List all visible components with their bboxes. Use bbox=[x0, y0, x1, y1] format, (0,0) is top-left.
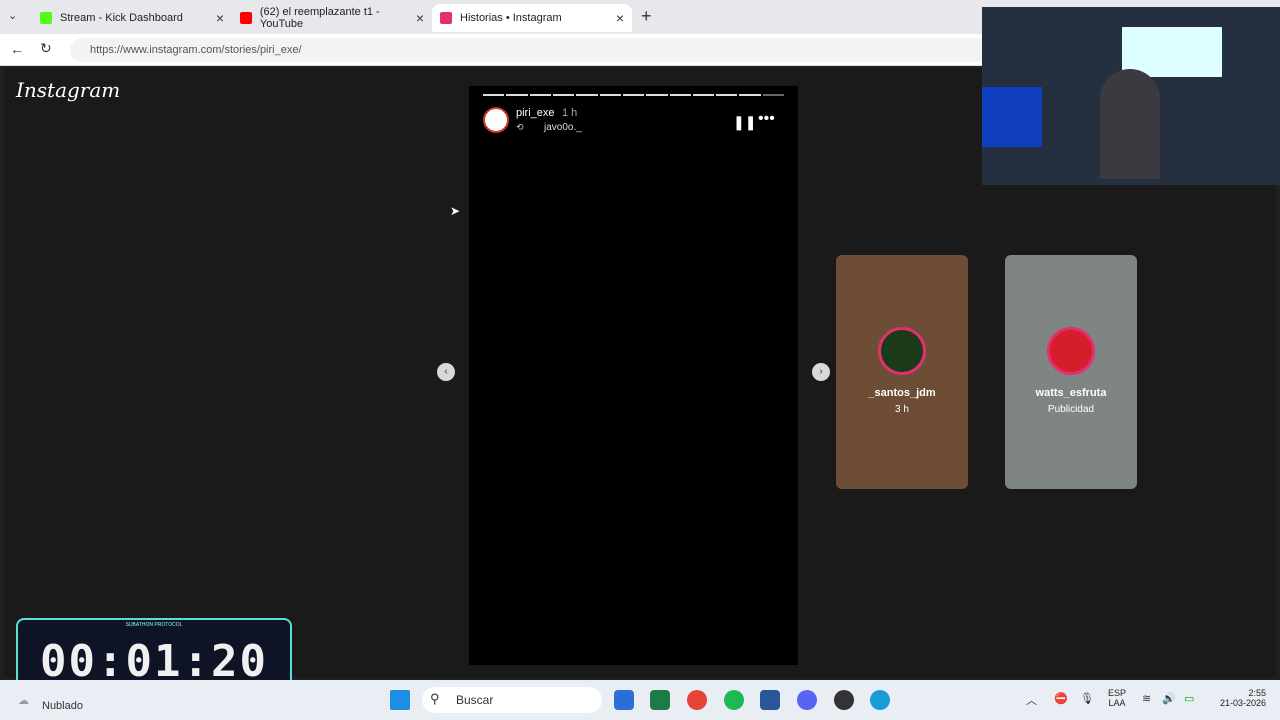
kick-icon bbox=[40, 12, 52, 24]
progress-segment bbox=[692, 94, 715, 96]
progress-segment bbox=[552, 94, 575, 96]
search-input[interactable]: Buscar bbox=[422, 687, 602, 713]
url-input[interactable]: https://www.instagram.com/stories/piri_e… bbox=[70, 38, 990, 62]
windows-taskbar: ☁ Nublado Buscar ⚲ ︿ ⛔ 🎙 ESP LAA ≋ 🔊 ▭ 2… bbox=[0, 680, 1280, 720]
tab-instagram[interactable]: Historias • Instagram × bbox=[432, 4, 632, 32]
volume-icon[interactable]: 🔊 bbox=[1162, 692, 1176, 705]
repost-icon: ⟲ bbox=[516, 122, 524, 132]
search-icon: ⚲ bbox=[430, 691, 440, 706]
excel-icon[interactable] bbox=[650, 690, 670, 710]
more-options-icon[interactable]: ••• bbox=[758, 110, 775, 128]
story-time: 1 h bbox=[562, 107, 578, 119]
tab-list-button[interactable]: ⌄ bbox=[8, 9, 17, 22]
progress-segment bbox=[483, 94, 505, 96]
story-viewer[interactable]: piri_exe 1 h ⟲ javo0o._ ❚❚ ••• bbox=[469, 86, 798, 665]
app-icon[interactable] bbox=[834, 690, 854, 710]
reposted-from[interactable]: javo0o._ bbox=[544, 122, 582, 133]
new-tab-button[interactable]: + bbox=[641, 6, 652, 27]
progress-segment bbox=[762, 94, 785, 96]
language-indicator[interactable]: ESP LAA bbox=[1104, 688, 1130, 708]
instagram-icon bbox=[440, 12, 452, 24]
lang-code: ESP bbox=[1107, 688, 1126, 698]
back-icon[interactable]: ← bbox=[10, 41, 24, 57]
avatar bbox=[878, 327, 926, 375]
progress-segment bbox=[599, 94, 621, 96]
chrome-icon[interactable] bbox=[687, 690, 707, 710]
tab-kick[interactable]: Stream - Kick Dashboard × bbox=[32, 4, 232, 32]
avatar bbox=[1047, 327, 1095, 375]
youtube-icon bbox=[240, 12, 252, 24]
weather-label[interactable]: Nublado bbox=[42, 700, 83, 712]
story-thumb[interactable]: watts_esfruta Publicidad bbox=[1005, 255, 1137, 489]
close-icon[interactable]: × bbox=[416, 10, 424, 26]
thumb-time: Publicidad bbox=[1047, 404, 1095, 415]
mic-icon[interactable]: 🎙 bbox=[1080, 692, 1094, 705]
security-icon[interactable]: ⛔ bbox=[1054, 692, 1068, 705]
store-icon[interactable] bbox=[614, 690, 634, 710]
clock-date: 21-03-2026 bbox=[1219, 698, 1266, 708]
clock[interactable]: 2:55 21-03-2026 bbox=[1208, 688, 1266, 708]
spotify-icon[interactable] bbox=[724, 690, 744, 710]
word-icon[interactable] bbox=[760, 690, 780, 710]
clock-time: 2:55 bbox=[1248, 688, 1266, 698]
avatar[interactable] bbox=[483, 107, 509, 133]
instagram-logo[interactable]: Instagram bbox=[16, 78, 120, 102]
timer-label: SUBATHON PROTOCOL bbox=[125, 622, 183, 628]
mouse-cursor-icon: ➤ bbox=[450, 204, 461, 218]
progress-segment bbox=[716, 94, 738, 96]
progress-segment bbox=[529, 94, 551, 96]
progress-segment bbox=[669, 94, 691, 96]
close-icon[interactable]: × bbox=[216, 10, 224, 26]
lang-layout: LAA bbox=[1108, 698, 1126, 708]
tab-title: Stream - Kick Dashboard bbox=[60, 12, 183, 24]
thumb-username: watts_esfruta bbox=[1035, 387, 1107, 399]
tab-title: Historias • Instagram bbox=[460, 12, 562, 24]
progress-segment bbox=[576, 94, 598, 96]
reload-icon[interactable]: ↻ bbox=[40, 40, 52, 57]
progress-segment bbox=[646, 94, 668, 96]
webcam-overlay bbox=[982, 7, 1280, 185]
weather-icon[interactable]: ☁ bbox=[18, 694, 29, 707]
progress-segment bbox=[622, 94, 645, 96]
start-icon[interactable] bbox=[390, 690, 410, 710]
edge-icon[interactable] bbox=[870, 690, 890, 710]
thumb-username: _santos_jdm bbox=[868, 387, 936, 399]
wifi-icon[interactable]: ≋ bbox=[1142, 692, 1151, 705]
progress-segment bbox=[506, 94, 528, 96]
progress-segment bbox=[739, 94, 761, 96]
story-username[interactable]: piri_exe bbox=[516, 107, 555, 119]
story-thumb[interactable]: _santos_jdm 3 h bbox=[836, 255, 968, 489]
close-icon[interactable]: × bbox=[616, 10, 624, 26]
story-progress bbox=[483, 94, 785, 96]
battery-icon[interactable]: ▭ bbox=[1184, 692, 1194, 705]
chevron-up-icon[interactable]: ︿ bbox=[1026, 692, 1037, 708]
thumb-time: 3 h bbox=[895, 404, 909, 415]
tab-title: (62) el reemplazante t1 - YouTube bbox=[259, 6, 380, 30]
prev-story-button[interactable]: ‹ bbox=[437, 363, 455, 381]
tab-youtube[interactable]: (62) el reemplazante t1 - YouTube × bbox=[232, 4, 432, 32]
pause-icon[interactable]: ❚❚ bbox=[733, 114, 756, 131]
discord-icon[interactable] bbox=[797, 690, 817, 710]
next-story-button[interactable]: › bbox=[812, 363, 830, 381]
